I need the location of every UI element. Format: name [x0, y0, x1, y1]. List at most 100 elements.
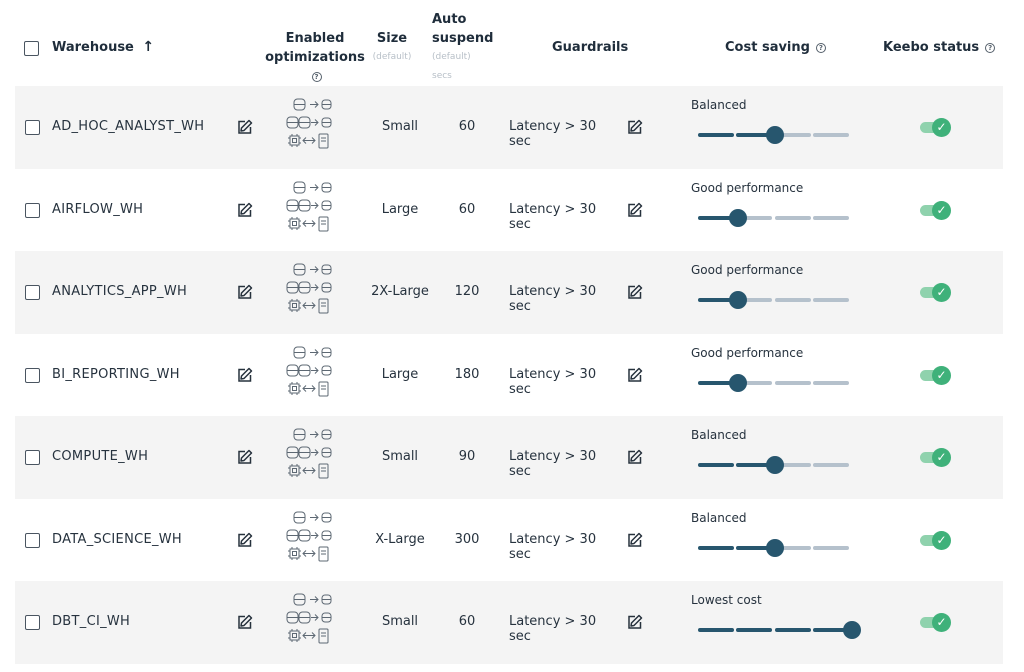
edit-icon[interactable] — [237, 202, 253, 218]
slider-segment — [813, 298, 849, 302]
edit-icon[interactable] — [627, 284, 643, 300]
check-icon: ✓ — [932, 448, 951, 467]
edit-icon[interactable] — [237, 119, 253, 135]
edit-icon[interactable] — [237, 367, 253, 383]
slider-knob[interactable] — [766, 456, 784, 474]
warehouse-size: Large — [381, 366, 419, 382]
guardrail-value: Latency > 30 sec — [509, 449, 597, 479]
cost-saving-header: Cost saving? — [725, 38, 826, 57]
slider-segment — [813, 215, 849, 220]
edit-icon[interactable] — [627, 202, 643, 218]
select-all-checkbox[interactable] — [24, 41, 39, 56]
cost-saving-label: Lowest cost — [691, 593, 762, 607]
cost-saving-slider[interactable] — [698, 373, 852, 392]
check-icon: ✓ — [932, 613, 951, 632]
cost-saving-slider[interactable] — [698, 291, 852, 309]
slider-knob[interactable] — [729, 208, 747, 227]
guardrail-value: Latency > 30 sec — [509, 119, 597, 149]
slider-segment — [736, 628, 772, 632]
row-checkbox[interactable] — [25, 450, 40, 465]
help-circle-icon[interactable]: ? — [311, 72, 322, 82]
row-checkbox[interactable] — [25, 532, 40, 548]
optimizations-icons — [283, 346, 349, 402]
cost-saving-slider[interactable] — [698, 621, 861, 639]
keebo-status-toggle[interactable]: ✓ — [920, 282, 952, 302]
slider-segment — [698, 133, 734, 137]
cost-saving-slider[interactable] — [698, 456, 852, 474]
row-checkbox[interactable] — [25, 615, 40, 630]
edit-icon[interactable] — [237, 614, 253, 630]
row-checkbox[interactable] — [25, 367, 40, 383]
warehouse-size: Large — [381, 201, 419, 217]
slider-knob[interactable] — [729, 291, 747, 309]
warehouse-header-label: Warehouse — [52, 40, 134, 55]
cost-saving-label: Good performance — [691, 263, 804, 277]
row-checkbox[interactable] — [25, 202, 40, 218]
warehouse-size: Small — [381, 449, 419, 464]
cost-saving-slider[interactable] — [698, 538, 852, 557]
table-row: AD_HOC_ANALYST_WH Small 60 Latency > 30 … — [15, 86, 1003, 169]
slider-knob[interactable] — [766, 538, 784, 557]
table-row: BI_REPORTING_WH Large 180 Latency > 30 s… — [15, 334, 1003, 417]
cost-saving-label: Balanced — [691, 98, 747, 112]
row-checkbox[interactable] — [25, 120, 40, 135]
warehouse-name: DATA_SCIENCE_WH — [52, 531, 183, 547]
row-checkbox[interactable] — [25, 285, 40, 300]
cost-saving-slider[interactable] — [698, 208, 852, 227]
keebo-status-toggle[interactable]: ✓ — [920, 612, 952, 632]
table-row: ANALYTICS_APP_WH 2X-Large 120 Latency > … — [15, 251, 1003, 334]
guardrail-value: Latency > 30 sec — [509, 366, 597, 397]
cost-saving-slider[interactable] — [698, 126, 852, 144]
warehouse-size: X-Large — [375, 531, 425, 547]
warehouse-name: COMPUTE_WH — [52, 449, 149, 464]
auto-header-default: (default) — [432, 52, 471, 62]
size-header: Size (default) — [366, 29, 418, 67]
check-icon: ✓ — [932, 530, 951, 550]
optimizations-icons — [283, 98, 349, 154]
sort-ascending-icon[interactable]: ↑ — [142, 39, 154, 55]
edit-icon[interactable] — [627, 614, 643, 630]
keebo-status-toggle[interactable]: ✓ — [920, 530, 952, 550]
warehouse-name: DBT_CI_WH — [52, 614, 131, 629]
guardrail-value: Latency > 30 sec — [509, 614, 597, 644]
slider-segment — [775, 380, 811, 385]
keebo-status-label: Keebo status — [883, 40, 980, 55]
edit-icon[interactable] — [627, 532, 643, 548]
slider-segment — [775, 215, 811, 220]
warehouse-column-header[interactable]: Warehouse ↑ — [52, 38, 154, 57]
slider-knob[interactable] — [843, 621, 861, 639]
auto-suspend-value: 180 — [454, 366, 480, 382]
edit-icon[interactable] — [627, 119, 643, 135]
keebo-status-toggle[interactable]: ✓ — [920, 365, 952, 385]
help-circle-icon[interactable]: ? — [985, 43, 996, 53]
auto-suspend-value: 90 — [458, 449, 476, 464]
table-row: AIRFLOW_WH Large 60 Latency > 30 sec Goo… — [15, 169, 1003, 252]
auto-suspend-value: 60 — [458, 614, 476, 629]
check-icon: ✓ — [932, 365, 951, 385]
warehouse-size: Small — [381, 614, 419, 629]
edit-icon[interactable] — [237, 449, 253, 465]
auto-suspend-value: 60 — [458, 119, 476, 134]
edit-icon[interactable] — [237, 532, 253, 548]
warehouse-name: BI_REPORTING_WH — [52, 366, 180, 382]
check-icon: ✓ — [932, 283, 951, 302]
auto-header-unit: secs — [432, 71, 452, 81]
warehouse-name: AD_HOC_ANALYST_WH — [52, 119, 205, 134]
keebo-status-toggle[interactable]: ✓ — [920, 117, 952, 137]
check-icon: ✓ — [932, 200, 951, 220]
edit-icon[interactable] — [627, 367, 643, 383]
optimizations-icons — [283, 511, 349, 567]
table-row: DBT_CI_WH Small 60 Latency > 30 sec Lowe… — [15, 581, 1003, 664]
slider-segment — [813, 545, 849, 550]
slider-knob[interactable] — [729, 373, 747, 392]
edit-icon[interactable] — [627, 449, 643, 465]
slider-knob[interactable] — [766, 126, 784, 144]
optimizations-icons — [283, 181, 349, 237]
slider-segment — [775, 628, 811, 632]
optimizations-icons — [283, 263, 349, 319]
edit-icon[interactable] — [237, 284, 253, 300]
help-circle-icon[interactable]: ? — [815, 43, 826, 53]
keebo-status-toggle[interactable]: ✓ — [920, 447, 952, 467]
table-header: Warehouse ↑ Enabled optimizations? Size … — [0, 0, 1024, 88]
keebo-status-toggle[interactable]: ✓ — [920, 200, 952, 220]
